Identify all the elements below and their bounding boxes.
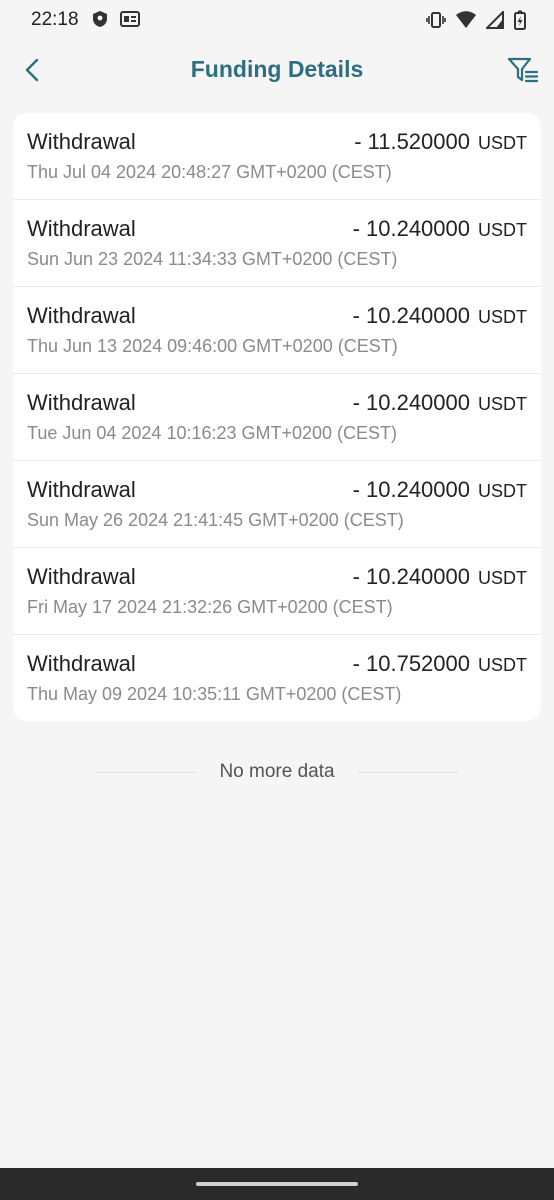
signal-icon	[486, 11, 504, 29]
transaction-date: Sun May 26 2024 21:41:45 GMT+0200 (CEST)	[27, 510, 404, 530]
transaction-currency: USDT	[478, 568, 527, 588]
transaction-currency: USDT	[478, 307, 527, 327]
transaction-type: Withdrawal	[27, 477, 136, 502]
end-of-list: No more data	[0, 760, 554, 786]
filter-button[interactable]	[506, 52, 540, 88]
transaction-type: Withdrawal	[27, 651, 136, 676]
transaction-type: Withdrawal	[27, 216, 136, 241]
transaction-row[interactable]: Withdrawal - 10.240000 USDT Fri May 17 20…	[13, 548, 541, 635]
transaction-date: Tue Jun 04 2024 10:16:23 GMT+0200 (CEST)	[27, 423, 398, 443]
transaction-row[interactable]: Withdrawal - 10.752000 USDT Thu May 09 20…	[13, 635, 541, 721]
transaction-type: Withdrawal	[27, 303, 136, 328]
transaction-type: Withdrawal	[27, 129, 136, 154]
transaction-currency: USDT	[478, 655, 527, 675]
filter-list-icon	[507, 57, 539, 83]
page-title: Funding Details	[190, 56, 364, 82]
shield-icon	[92, 10, 108, 28]
transaction-amount: - 10.752000	[352, 651, 470, 676]
system-nav-bar	[0, 1168, 554, 1200]
transactions-list: Withdrawal - 11.520000 USDT Thu Jul 04 20…	[13, 113, 541, 721]
transaction-amount: - 10.240000	[352, 303, 470, 328]
transaction-date: Thu Jun 13 2024 09:46:00 GMT+0200 (CEST)	[27, 336, 398, 356]
transaction-amount: - 11.520000	[354, 129, 470, 154]
g-badge-icon	[120, 11, 140, 27]
transaction-row[interactable]: Withdrawal - 10.240000 USDT Tue Jun 04 20…	[13, 374, 541, 461]
transaction-row[interactable]: Withdrawal - 10.240000 USDT Sun May 26 20…	[13, 461, 541, 548]
status-bar: 22:18	[0, 0, 554, 42]
transaction-currency: USDT	[478, 133, 527, 153]
transaction-currency: USDT	[478, 394, 527, 414]
vibrate-icon	[426, 11, 446, 29]
transaction-row[interactable]: Withdrawal - 11.520000 USDT Thu Jul 04 20…	[13, 113, 541, 200]
transaction-row[interactable]: Withdrawal - 10.240000 USDT Sun Jun 23 20…	[13, 200, 541, 287]
transaction-amount: - 10.240000	[352, 477, 470, 502]
wifi-icon	[456, 11, 476, 29]
transaction-row[interactable]: Withdrawal - 10.240000 USDT Thu Jun 13 20…	[13, 287, 541, 374]
transaction-currency: USDT	[478, 481, 527, 501]
transaction-date: Fri May 17 2024 21:32:26 GMT+0200 (CEST)	[27, 597, 393, 617]
transaction-type: Withdrawal	[27, 390, 136, 415]
transaction-amount: - 10.240000	[352, 216, 470, 241]
transaction-date: Sun Jun 23 2024 11:34:33 GMT+0200 (CEST)	[27, 249, 398, 269]
transaction-type: Withdrawal	[27, 564, 136, 589]
transaction-currency: USDT	[478, 220, 527, 240]
transaction-amount: - 10.240000	[352, 564, 470, 589]
status-time: 22:18	[31, 9, 79, 30]
battery-charging-icon	[514, 10, 526, 30]
end-of-list-text: No more data	[219, 761, 335, 782]
home-gesture-handle[interactable]	[196, 1182, 358, 1186]
transaction-date: Thu Jul 04 2024 20:48:27 GMT+0200 (CEST)	[27, 162, 392, 182]
divider	[358, 772, 458, 773]
transaction-date: Thu May 09 2024 10:35:11 GMT+0200 (CEST)	[27, 684, 402, 704]
transaction-amount: - 10.240000	[352, 390, 470, 415]
app-header: Funding Details	[0, 42, 554, 100]
